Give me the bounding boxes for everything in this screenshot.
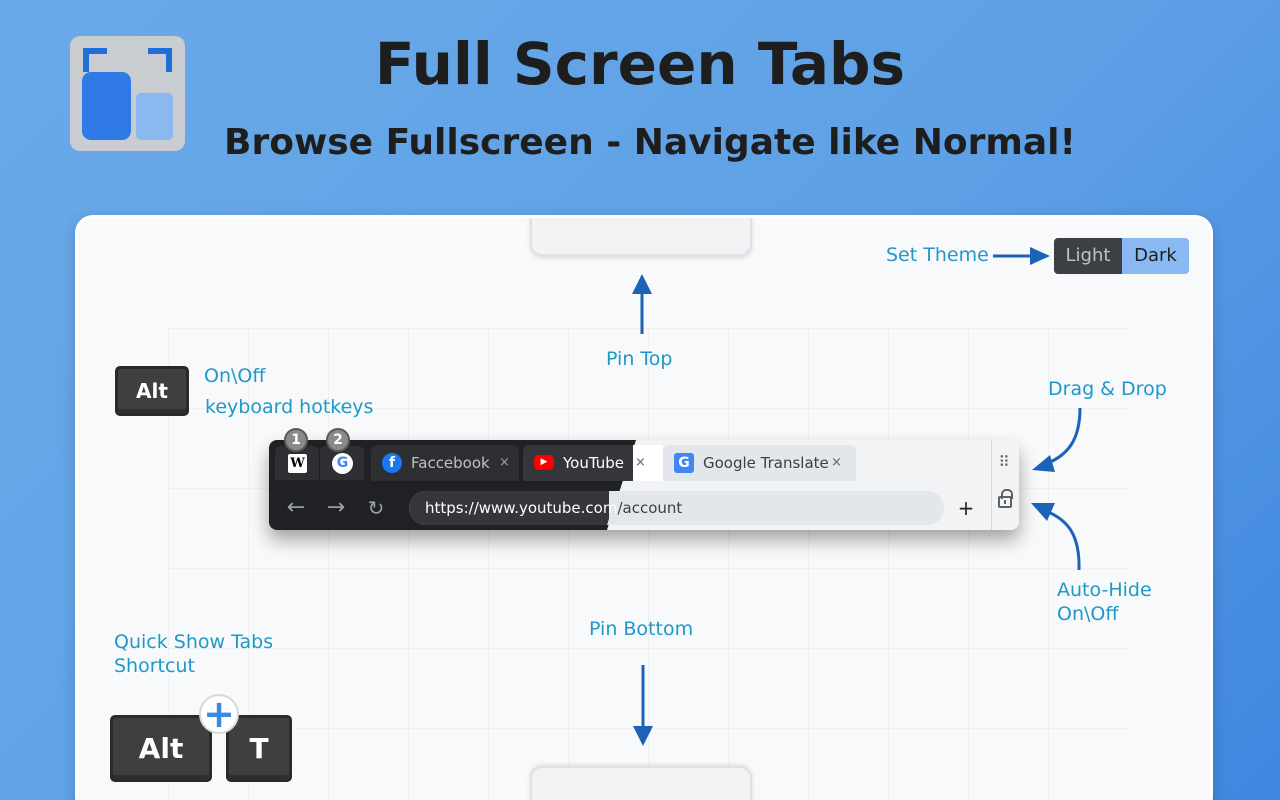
youtube-icon: ▶ <box>534 455 554 470</box>
tab-label: Google Translate <box>703 454 829 472</box>
auto-hide-on-off-label: On\Off <box>1057 603 1119 625</box>
google-icon: G <box>332 453 353 474</box>
close-icon[interactable]: × <box>831 445 842 481</box>
lock-icon[interactable] <box>998 489 1013 508</box>
alt-key: Alt <box>115 366 189 416</box>
set-theme-label: Set Theme <box>886 244 989 266</box>
drag-drop-label: Drag & Drop <box>1048 378 1167 400</box>
theme-dark-button[interactable]: Dark <box>1122 238 1189 274</box>
pin-bottom-label: Pin Bottom <box>589 618 694 640</box>
wikipedia-icon: W <box>288 454 307 473</box>
tab-facebook[interactable]: f Faccebook × <box>371 445 519 481</box>
address-bar[interactable]: https://www.youtube.com/account <box>409 491 944 525</box>
pin-top-slot[interactable] <box>530 218 752 256</box>
quick-show-tabs-label: Quick Show Tabs <box>114 631 274 653</box>
back-icon[interactable]: ← <box>281 486 311 530</box>
drag-handle-icon[interactable]: ⠿ <box>997 455 1013 476</box>
url-text: https://www.youtube.com/account <box>425 491 682 525</box>
reload-icon[interactable]: ↻ <box>361 486 391 530</box>
close-icon[interactable]: × <box>499 445 510 481</box>
page-title: Full Screen Tabs <box>374 30 906 98</box>
facebook-icon: f <box>382 453 402 473</box>
pinned-badge-2: 2 <box>326 428 350 452</box>
theme-toggle: Light Dark <box>1054 238 1189 274</box>
t-key-shortcut: T <box>226 715 292 782</box>
address-row: ← → ↻ https://www.youtube.com/account + <box>269 486 1019 530</box>
pinned-badge-1: 1 <box>284 428 308 452</box>
alt-key-shortcut: Alt <box>110 715 212 782</box>
on-off-label: On\Off <box>204 365 266 387</box>
forward-icon[interactable]: → <box>321 486 351 530</box>
keyboard-hotkeys-label: keyboard hotkeys <box>205 396 374 418</box>
tab-strip: W G f Faccebook × ▶ YouTube × G Google T… <box>269 440 1019 486</box>
tab-google-translate[interactable]: G Google Translate × <box>663 445 856 481</box>
pin-top-label: Pin Top <box>606 348 673 370</box>
plus-icon: + <box>199 694 239 734</box>
google-translate-icon: G <box>674 453 694 473</box>
new-tab-button[interactable]: + <box>956 486 976 530</box>
url-path: /account <box>617 499 683 517</box>
auto-hide-label: Auto-Hide <box>1057 579 1152 601</box>
browser-tab-bar: W G f Faccebook × ▶ YouTube × G Google T… <box>269 440 1019 530</box>
side-controls: ⠿ <box>991 440 1019 530</box>
pin-bottom-slot[interactable] <box>530 766 752 800</box>
tab-label: Faccebook <box>411 454 490 472</box>
tab-label: YouTube <box>563 454 624 472</box>
shortcut-label: Shortcut <box>114 655 195 677</box>
page-subtitle: Browse Fullscreen - Navigate like Normal… <box>224 122 1076 163</box>
url-domain: https://www.youtube.com <box>425 499 618 517</box>
close-icon[interactable]: × <box>635 445 646 481</box>
theme-light-button[interactable]: Light <box>1054 238 1122 274</box>
